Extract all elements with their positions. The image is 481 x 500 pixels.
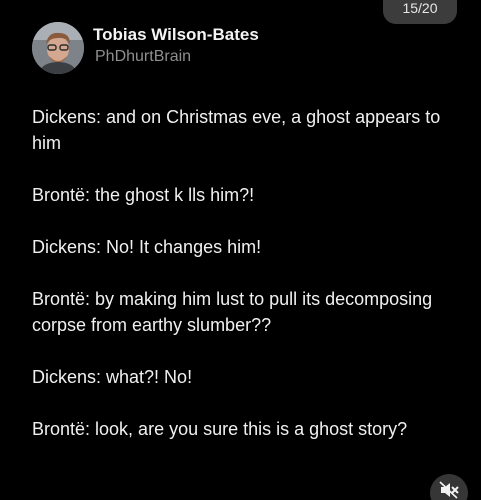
avatar[interactable] [32,22,84,74]
tweet-header: Tobias Wilson-Bates PhDhurtBrain [32,22,259,74]
tweet-paragraph: Dickens: what?! No! [32,367,193,387]
tweet-paragraph: Brontë: the ghost k lls him?! [32,185,255,205]
tweet-paragraph: Brontë: look, are you sure this is a gho… [32,419,408,439]
tweet-body: Dickens: and on Christmas eve, a ghost a… [32,104,472,468]
tweet-paragraph: Dickens: and on Christmas eve, a ghost a… [32,107,441,153]
page-counter: 15/20 [383,0,457,24]
tweet-paragraph: Brontë: by making him lust to pull its d… [32,289,433,335]
tweet-paragraph: Dickens: No! It changes him! [32,237,262,257]
avatar-image [32,22,84,74]
author-block: Tobias Wilson-Bates PhDhurtBrain [93,25,259,67]
speaker-muted-icon [439,481,459,499]
story-screen: 15/20 Tobias Wilson-Bates PhDhurtBrain D… [0,0,481,500]
author-handle[interactable]: PhDhurtBrain [95,47,259,67]
mute-button[interactable] [430,474,468,500]
author-name[interactable]: Tobias Wilson-Bates [93,25,259,45]
